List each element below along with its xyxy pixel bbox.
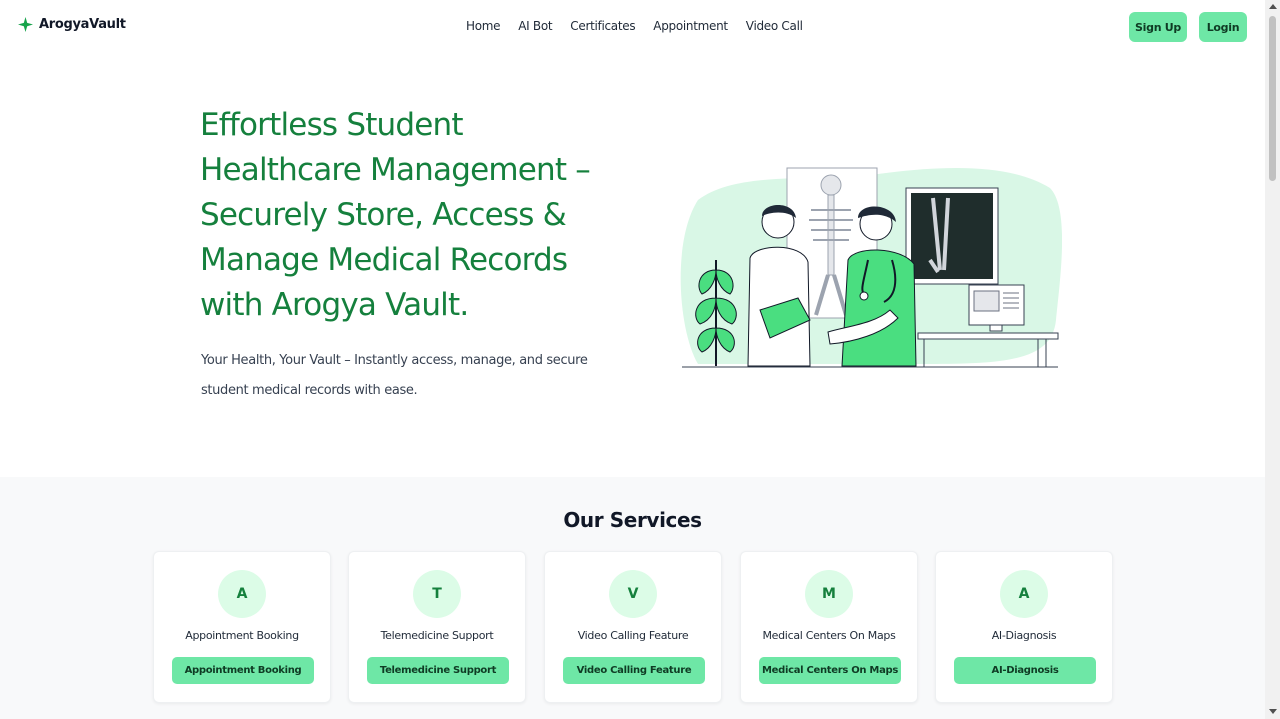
scroll-down-arrow-icon[interactable] (1269, 709, 1277, 714)
navbar: ArogyaVault Home AI Bot Certificates App… (0, 0, 1265, 54)
hero-subtitle: Your Health, Your Vault – Instantly acce… (201, 353, 588, 398)
page-scrollbar[interactable] (1265, 0, 1280, 719)
video-calling-feature-button[interactable]: Video Calling Feature (563, 657, 705, 684)
service-avatar: V (609, 570, 657, 618)
service-name: Medical Centers On Maps (762, 629, 896, 642)
service-name: AI-Diagnosis (991, 629, 1057, 642)
service-avatar: A (1000, 570, 1048, 618)
hero-title: Effortless Student Healthcare Management… (200, 107, 591, 323)
service-card-appointment-booking: A Appointment Booking Appointment Bookin… (153, 551, 331, 703)
ai-diagnosis-button[interactable]: AI-Diagnosis (954, 657, 1096, 684)
sparkle-icon (18, 17, 33, 32)
service-card-telemedicine-support: T Telemedicine Support Telemedicine Supp… (348, 551, 526, 703)
service-avatar: A (218, 570, 266, 618)
brand-logo[interactable]: ArogyaVault (18, 17, 126, 32)
nav-links: Home AI Bot Certificates Appointment Vid… (466, 19, 803, 33)
service-card-medical-centers-maps: M Medical Centers On Maps Medical Center… (740, 551, 918, 703)
telemedicine-support-button[interactable]: Telemedicine Support (367, 657, 509, 684)
service-name: Telemedicine Support (380, 629, 494, 642)
service-card-ai-diagnosis: A AI-Diagnosis AI-Diagnosis (935, 551, 1113, 703)
hero-illustration (680, 167, 1062, 368)
signup-button[interactable]: Sign Up (1129, 12, 1187, 42)
service-name: Video Calling Feature (577, 629, 689, 642)
service-avatar: T (413, 570, 461, 618)
service-name: Appointment Booking (185, 629, 299, 642)
appointment-booking-button[interactable]: Appointment Booking (172, 657, 314, 684)
service-avatar: M (805, 570, 853, 618)
scrollbar-thumb[interactable] (1269, 16, 1276, 181)
services-title: Our Services (563, 508, 702, 532)
nav-link-video-call[interactable]: Video Call (746, 19, 803, 33)
services-section: Our Services A Appointment Booking Appoi… (0, 477, 1265, 719)
medical-centers-on-maps-button[interactable]: Medical Centers On Maps (759, 657, 901, 684)
nav-link-home[interactable]: Home (466, 19, 501, 33)
brand-name: ArogyaVault (39, 17, 126, 32)
nav-link-appointment[interactable]: Appointment (653, 19, 728, 33)
nav-link-certificates[interactable]: Certificates (570, 19, 635, 33)
scroll-up-arrow-icon[interactable] (1269, 4, 1277, 9)
nav-link-ai-bot[interactable]: AI Bot (518, 19, 552, 33)
login-button[interactable]: Login (1199, 12, 1247, 42)
service-card-video-calling: V Video Calling Feature Video Calling Fe… (544, 551, 722, 703)
